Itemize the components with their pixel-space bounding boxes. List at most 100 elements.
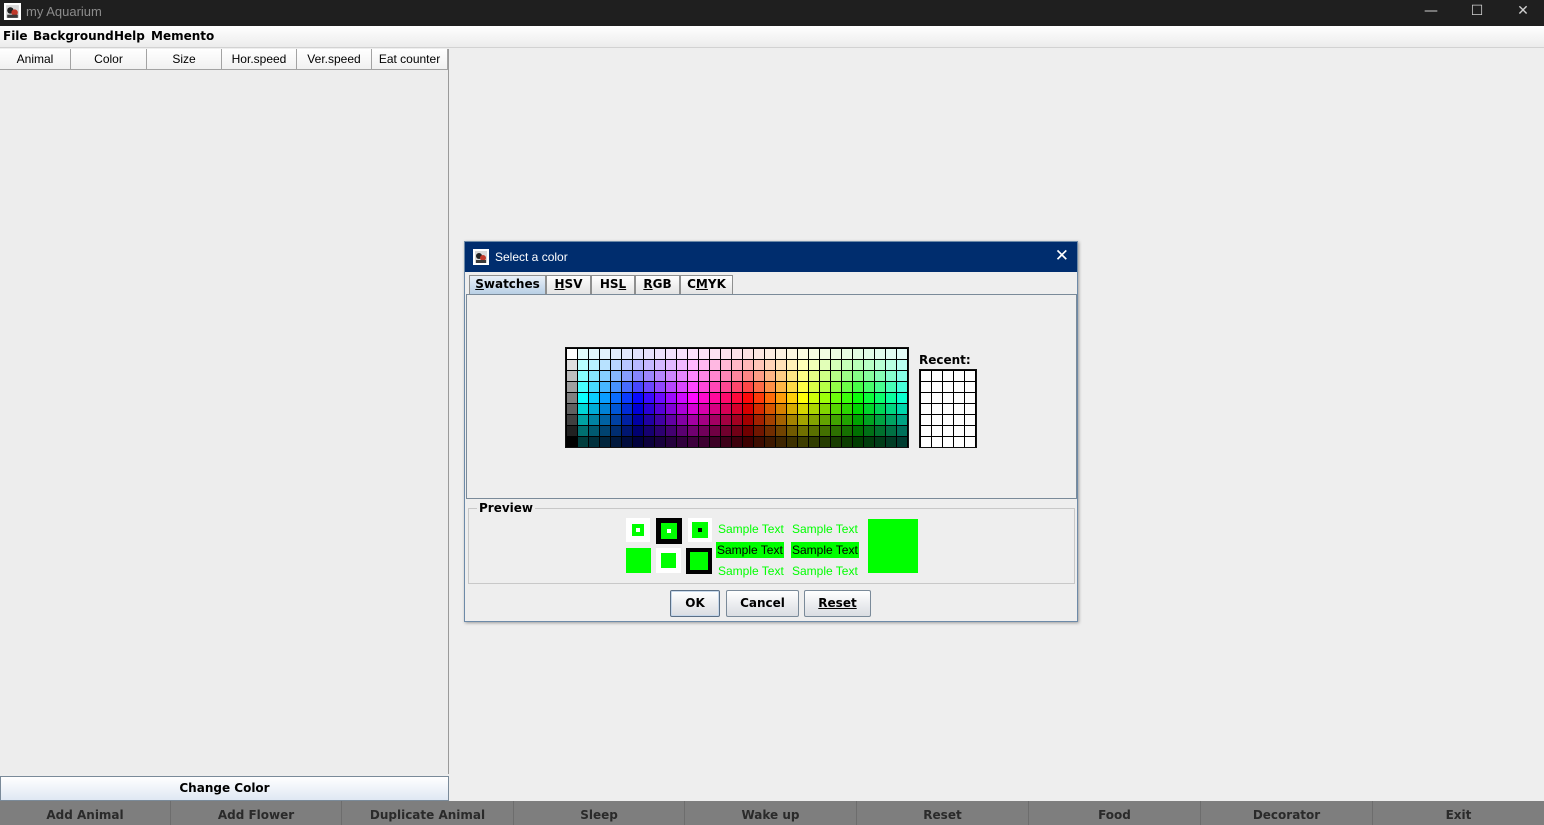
color-swatch[interactable] <box>578 360 588 370</box>
color-swatch[interactable] <box>787 382 797 392</box>
swatch-grid[interactable] <box>565 347 909 448</box>
color-swatch[interactable] <box>864 415 874 425</box>
color-swatch[interactable] <box>699 360 709 370</box>
color-swatch[interactable] <box>611 426 621 436</box>
recent-swatch[interactable] <box>921 371 931 381</box>
color-swatch[interactable] <box>633 349 643 359</box>
recent-swatch[interactable] <box>921 382 931 392</box>
recent-swatch[interactable] <box>921 426 931 436</box>
color-swatch[interactable] <box>875 360 885 370</box>
color-swatch[interactable] <box>644 393 654 403</box>
color-swatch[interactable] <box>688 349 698 359</box>
color-swatch[interactable] <box>622 404 632 414</box>
color-swatch[interactable] <box>754 404 764 414</box>
color-swatch[interactable] <box>589 415 599 425</box>
color-swatch[interactable] <box>875 382 885 392</box>
color-swatch[interactable] <box>809 415 819 425</box>
color-swatch[interactable] <box>655 404 665 414</box>
recent-swatch[interactable] <box>921 404 931 414</box>
color-swatch[interactable] <box>589 349 599 359</box>
color-swatch[interactable] <box>776 393 786 403</box>
color-swatch[interactable] <box>732 437 742 447</box>
color-swatch[interactable] <box>820 349 830 359</box>
recent-swatch[interactable] <box>954 426 964 436</box>
color-swatch[interactable] <box>611 415 621 425</box>
column-header-size[interactable]: Size <box>147 49 222 70</box>
color-swatch[interactable] <box>633 371 643 381</box>
color-swatch[interactable] <box>831 426 841 436</box>
color-swatch[interactable] <box>589 437 599 447</box>
color-swatch[interactable] <box>677 437 687 447</box>
color-swatch[interactable] <box>798 437 808 447</box>
menu-memento[interactable]: Memento <box>151 29 214 43</box>
color-swatch[interactable] <box>644 404 654 414</box>
color-swatch[interactable] <box>897 393 907 403</box>
recent-swatch[interactable] <box>943 382 953 392</box>
color-swatch[interactable] <box>809 393 819 403</box>
reset-button[interactable]: Reset <box>857 801 1029 825</box>
color-swatch[interactable] <box>798 360 808 370</box>
change-color-button[interactable]: Change Color <box>0 776 449 801</box>
color-swatch[interactable] <box>787 371 797 381</box>
color-swatch[interactable] <box>644 437 654 447</box>
ok-button[interactable]: OK <box>670 590 720 617</box>
color-swatch[interactable] <box>611 437 621 447</box>
color-swatch[interactable] <box>710 382 720 392</box>
color-swatch[interactable] <box>743 371 753 381</box>
color-swatch[interactable] <box>633 404 643 414</box>
color-swatch[interactable] <box>666 360 676 370</box>
reset-color-button[interactable]: Reset <box>804 590 871 617</box>
color-swatch[interactable] <box>721 415 731 425</box>
color-swatch[interactable] <box>831 382 841 392</box>
recent-swatch-grid[interactable] <box>919 369 977 448</box>
color-swatch[interactable] <box>820 437 830 447</box>
color-swatch[interactable] <box>688 382 698 392</box>
color-swatch[interactable] <box>831 349 841 359</box>
color-swatch[interactable] <box>754 437 764 447</box>
exit-button[interactable]: Exit <box>1373 801 1544 825</box>
color-swatch[interactable] <box>743 382 753 392</box>
color-swatch[interactable] <box>622 426 632 436</box>
color-swatch[interactable] <box>743 426 753 436</box>
color-swatch[interactable] <box>600 360 610 370</box>
color-swatch[interactable] <box>809 404 819 414</box>
color-swatch[interactable] <box>743 349 753 359</box>
color-swatch[interactable] <box>611 349 621 359</box>
color-swatch[interactable] <box>886 415 896 425</box>
color-swatch[interactable] <box>765 349 775 359</box>
color-swatch[interactable] <box>721 371 731 381</box>
color-swatch[interactable] <box>831 404 841 414</box>
recent-swatch[interactable] <box>954 404 964 414</box>
color-swatch[interactable] <box>853 382 863 392</box>
color-swatch[interactable] <box>578 404 588 414</box>
close-icon[interactable]: ✕ <box>1500 0 1544 26</box>
color-swatch[interactable] <box>578 382 588 392</box>
color-swatch[interactable] <box>765 360 775 370</box>
color-swatch[interactable] <box>875 393 885 403</box>
decorator-button[interactable]: Decorator <box>1201 801 1373 825</box>
color-swatch[interactable] <box>699 393 709 403</box>
color-swatch[interactable] <box>699 382 709 392</box>
color-swatch[interactable] <box>699 426 709 436</box>
color-swatch[interactable] <box>677 404 687 414</box>
recent-swatch[interactable] <box>921 437 931 447</box>
color-swatch[interactable] <box>787 393 797 403</box>
color-swatch[interactable] <box>732 382 742 392</box>
color-swatch[interactable] <box>600 349 610 359</box>
color-swatch[interactable] <box>897 426 907 436</box>
color-swatch[interactable] <box>677 360 687 370</box>
column-header-hor-speed[interactable]: Hor.speed <box>222 49 297 70</box>
color-swatch[interactable] <box>886 371 896 381</box>
tab-rgb[interactable]: RGB <box>635 275 680 294</box>
color-swatch[interactable] <box>710 404 720 414</box>
color-swatch[interactable] <box>567 393 577 403</box>
color-swatch[interactable] <box>820 415 830 425</box>
color-swatch[interactable] <box>776 371 786 381</box>
color-swatch[interactable] <box>754 415 764 425</box>
color-swatch[interactable] <box>765 404 775 414</box>
color-swatch[interactable] <box>842 393 852 403</box>
color-swatch[interactable] <box>842 349 852 359</box>
recent-swatch[interactable] <box>954 393 964 403</box>
recent-swatch[interactable] <box>932 382 942 392</box>
recent-swatch[interactable] <box>943 437 953 447</box>
